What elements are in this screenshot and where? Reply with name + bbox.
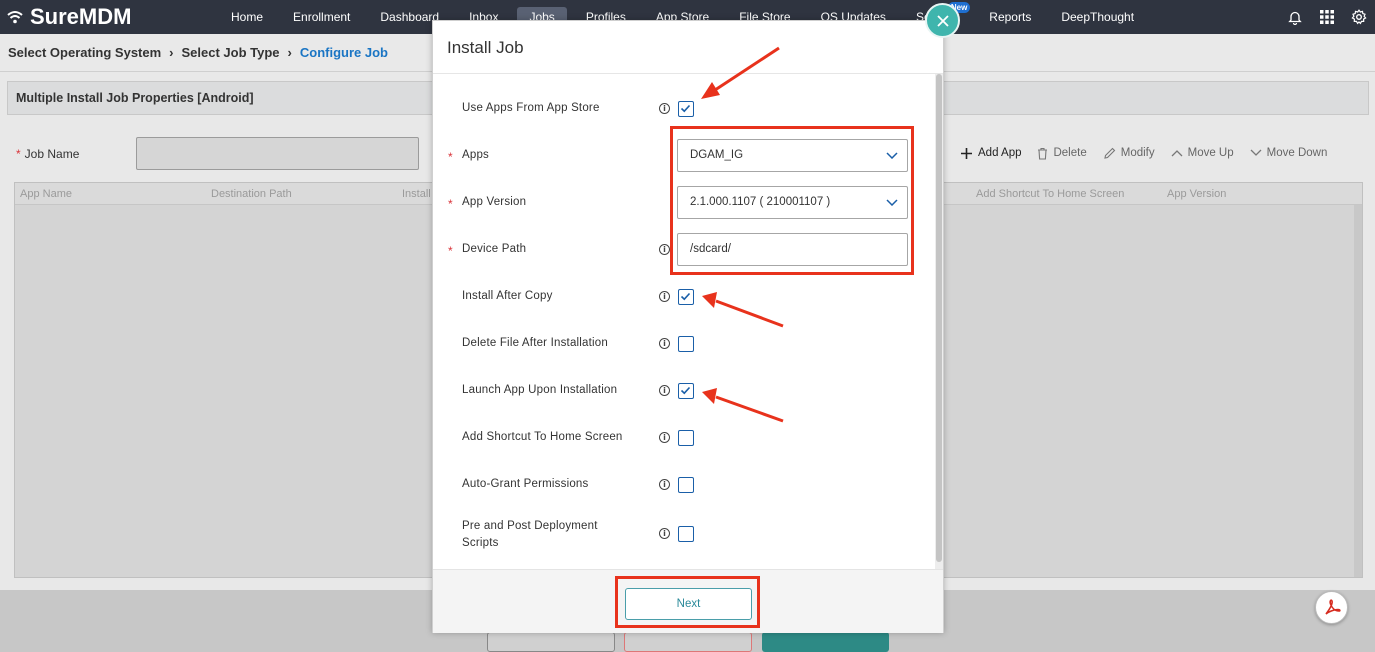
footer-button-save[interactable]: [762, 632, 889, 652]
move-up-button[interactable]: Move Up: [1171, 147, 1234, 159]
nav-enrollment[interactable]: Enrollment: [278, 0, 365, 34]
launch-app-checkbox[interactable]: [678, 383, 694, 399]
auto-grant-label: Auto-Grant Permissions: [462, 478, 589, 490]
col-add-shortcut[interactable]: Add Shortcut To Home Screen: [976, 188, 1124, 200]
gear-icon[interactable]: [1343, 9, 1375, 25]
close-icon: [936, 14, 949, 27]
install-after-copy-checkbox[interactable]: [678, 289, 694, 305]
job-name-input[interactable]: [136, 137, 419, 170]
required-marker: *: [448, 150, 453, 164]
info-icon[interactable]: i: [659, 244, 670, 255]
breadcrumb-select-job-type[interactable]: Select Job Type: [182, 45, 280, 60]
chevron-right-icon: ›: [287, 45, 292, 60]
delete-button[interactable]: Delete: [1037, 147, 1087, 160]
required-marker: *: [16, 147, 21, 161]
add-app-label: Add App: [978, 147, 1022, 159]
use-app-store-checkbox[interactable]: [678, 101, 694, 117]
add-shortcut-label: Add Shortcut To Home Screen: [462, 431, 623, 443]
footer-button-back[interactable]: [487, 632, 615, 652]
use-app-store-label: Use Apps From App Store: [462, 102, 600, 114]
checkmark-icon: [680, 292, 691, 301]
modal-scrollbar-thumb[interactable]: [936, 74, 942, 562]
annotation-highlight-box: [670, 126, 914, 275]
delete-after-install-label: Delete File After Installation: [462, 337, 608, 349]
add-shortcut-checkbox[interactable]: [678, 430, 694, 446]
auto-grant-checkbox[interactable]: [678, 477, 694, 493]
move-up-label: Move Up: [1187, 147, 1234, 159]
apps-grid-icon[interactable]: [1311, 10, 1343, 24]
wifi-logo-icon: [7, 11, 23, 24]
col-install[interactable]: Install: [402, 188, 431, 200]
chevron-right-icon: ›: [169, 45, 174, 60]
required-marker: *: [448, 244, 453, 258]
modify-button[interactable]: Modify: [1103, 147, 1155, 160]
close-modal-button[interactable]: [925, 3, 960, 38]
pencil-icon: [1104, 147, 1116, 159]
trash-icon: [1038, 147, 1048, 160]
col-app-version[interactable]: App Version: [1167, 188, 1226, 200]
breadcrumb-select-os[interactable]: Select Operating System: [8, 45, 161, 60]
install-job-modal: Install Job Use Apps From App Store i * …: [432, 20, 944, 633]
grid-scrollbar[interactable]: [1354, 205, 1362, 577]
info-icon[interactable]: i: [659, 291, 670, 302]
annotation-highlight-box: [615, 576, 760, 628]
info-icon[interactable]: i: [659, 338, 670, 349]
move-down-label: Move Down: [1266, 147, 1328, 159]
modify-label: Modify: [1120, 147, 1155, 159]
breadcrumb-configure-job: Configure Job: [299, 45, 388, 60]
move-down-button[interactable]: Move Down: [1250, 147, 1328, 159]
delete-label: Delete: [1053, 147, 1087, 159]
job-name-label: * Job Name: [16, 147, 79, 161]
modal-title: Install Job: [447, 38, 524, 57]
launch-app-label: Launch App Upon Installation: [462, 384, 618, 396]
add-app-button[interactable]: Add App: [960, 147, 1021, 160]
pre-post-label-line1: Pre and Post Deployment: [462, 520, 598, 532]
install-after-copy-label: Install After Copy: [462, 290, 553, 302]
brand-logo[interactable]: SureMDM: [6, 4, 216, 30]
footer-button-cancel[interactable]: [624, 632, 752, 652]
chevron-up-icon: [1171, 150, 1183, 157]
modal-scrollbar[interactable]: [935, 74, 943, 569]
nav-actions: [1279, 0, 1375, 34]
pre-post-label: Pre and Post Deployment Scripts: [462, 518, 598, 552]
chevron-down-icon: [1250, 149, 1262, 156]
pre-post-checkbox[interactable]: [678, 526, 694, 542]
apps-label: Apps: [462, 149, 490, 161]
delete-after-install-checkbox[interactable]: [678, 336, 694, 352]
info-icon[interactable]: i: [659, 432, 670, 443]
pdf-icon: [1324, 598, 1341, 615]
col-destination-path[interactable]: Destination Path: [211, 188, 292, 200]
nav-home[interactable]: Home: [216, 0, 278, 34]
pdf-help-button[interactable]: [1315, 591, 1348, 624]
info-icon[interactable]: i: [659, 528, 670, 539]
plus-icon: [961, 147, 972, 159]
col-app-name[interactable]: App Name: [20, 188, 72, 200]
checkmark-icon: [680, 386, 691, 395]
nav-reports[interactable]: Reports: [974, 0, 1046, 34]
app-version-label: App Version: [462, 196, 527, 208]
info-icon[interactable]: i: [659, 103, 670, 114]
required-marker: *: [448, 197, 453, 211]
brand-name: SureMDM: [30, 4, 132, 29]
bell-icon[interactable]: [1279, 10, 1311, 25]
device-path-label: Device Path: [462, 243, 527, 255]
nav-deepthought[interactable]: DeepThought: [1046, 0, 1149, 34]
info-icon[interactable]: i: [659, 479, 670, 490]
job-name-label-text: Job Name: [24, 147, 80, 161]
apps-toolbar: Add App Delete Modify Move Up Move Down: [960, 140, 1343, 166]
pre-post-label-line2: Scripts: [462, 537, 499, 549]
checkmark-icon: [680, 104, 691, 113]
info-icon[interactable]: i: [659, 385, 670, 396]
